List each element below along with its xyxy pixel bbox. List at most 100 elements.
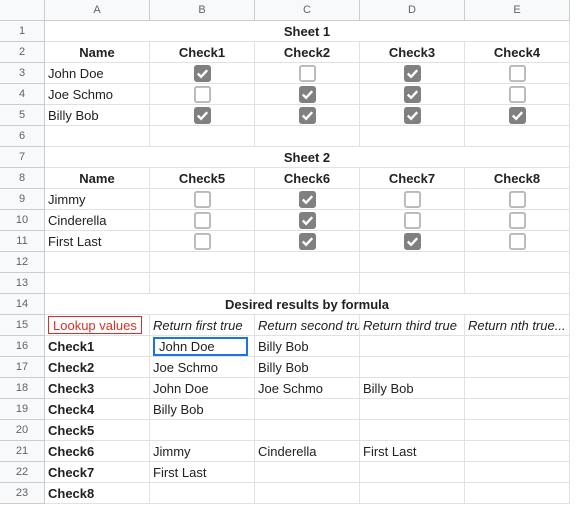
results-val-2-1[interactable]: Joe Schmo bbox=[255, 378, 360, 399]
sheet1-checkbox-2-3[interactable] bbox=[465, 105, 570, 126]
active-cell[interactable]: John Doe bbox=[153, 337, 248, 356]
sheet2-checkbox-2-2[interactable] bbox=[360, 231, 465, 252]
row-header-18[interactable]: 18 bbox=[0, 378, 45, 399]
sheet1-checkbox-2-2[interactable] bbox=[360, 105, 465, 126]
results-val-2-2[interactable]: Billy Bob bbox=[360, 378, 465, 399]
row-header-2[interactable]: 2 bbox=[0, 42, 45, 63]
results-val-2-0[interactable]: John Doe bbox=[150, 378, 255, 399]
sheet2-checkbox-2-1[interactable] bbox=[255, 231, 360, 252]
results-key-3[interactable]: Check4 bbox=[45, 399, 150, 420]
results-val-3-2[interactable] bbox=[360, 399, 465, 420]
sheet1-checkbox-1-0[interactable] bbox=[150, 84, 255, 105]
sheet1-checkbox-2-0[interactable] bbox=[150, 105, 255, 126]
results-val-1-2[interactable] bbox=[360, 357, 465, 378]
results-val-5-3[interactable] bbox=[465, 441, 570, 462]
results-key-6[interactable]: Check7 bbox=[45, 462, 150, 483]
sheet1-checkbox-1-3[interactable] bbox=[465, 84, 570, 105]
sheet1-checkbox-2-1[interactable] bbox=[255, 105, 360, 126]
results-key-1[interactable]: Check2 bbox=[45, 357, 150, 378]
results-val-5-0[interactable]: Jimmy bbox=[150, 441, 255, 462]
row-header-21[interactable]: 21 bbox=[0, 441, 45, 462]
results-val-4-3[interactable] bbox=[465, 420, 570, 441]
row-header-6[interactable]: 6 bbox=[0, 126, 45, 147]
results-key-7[interactable]: Check8 bbox=[45, 483, 150, 504]
column-header-D[interactable]: D bbox=[360, 0, 465, 21]
sheet1-checkbox-0-3[interactable] bbox=[465, 63, 570, 84]
results-val-6-0[interactable]: First Last bbox=[150, 462, 255, 483]
row-header-8[interactable]: 8 bbox=[0, 168, 45, 189]
row-header-7[interactable]: 7 bbox=[0, 147, 45, 168]
results-val-0-3[interactable] bbox=[465, 336, 570, 357]
row-header-19[interactable]: 19 bbox=[0, 399, 45, 420]
row-header-13[interactable]: 13 bbox=[0, 273, 45, 294]
results-val-5-1[interactable]: Cinderella bbox=[255, 441, 360, 462]
sheet2-checkbox-0-0[interactable] bbox=[150, 189, 255, 210]
sheet1-checkbox-1-2[interactable] bbox=[360, 84, 465, 105]
row-header-16[interactable]: 16 bbox=[0, 336, 45, 357]
sheet2-checkbox-1-1[interactable] bbox=[255, 210, 360, 231]
results-val-3-1[interactable] bbox=[255, 399, 360, 420]
row-header-23[interactable]: 23 bbox=[0, 483, 45, 504]
results-val-5-2[interactable]: First Last bbox=[360, 441, 465, 462]
row-header-5[interactable]: 5 bbox=[0, 105, 45, 126]
sheet1-name-0[interactable]: John Doe bbox=[45, 63, 150, 84]
sheet2-name-1[interactable]: Cinderella bbox=[45, 210, 150, 231]
sheet2-checkbox-2-3[interactable] bbox=[465, 231, 570, 252]
results-val-0-2[interactable] bbox=[360, 336, 465, 357]
row-header-12[interactable]: 12 bbox=[0, 252, 45, 273]
sheet2-checkbox-0-1[interactable] bbox=[255, 189, 360, 210]
sheet1-checkbox-0-1[interactable] bbox=[255, 63, 360, 84]
row-header-22[interactable]: 22 bbox=[0, 462, 45, 483]
row-header-10[interactable]: 10 bbox=[0, 210, 45, 231]
sheet2-name-0[interactable]: Jimmy bbox=[45, 189, 150, 210]
results-val-4-1[interactable] bbox=[255, 420, 360, 441]
row-header-11[interactable]: 11 bbox=[0, 231, 45, 252]
row-header-1[interactable]: 1 bbox=[0, 21, 45, 42]
sheet2-checkbox-0-3[interactable] bbox=[465, 189, 570, 210]
results-val-1-1[interactable]: Billy Bob bbox=[255, 357, 360, 378]
row-header-3[interactable]: 3 bbox=[0, 63, 45, 84]
results-val-7-0[interactable] bbox=[150, 483, 255, 504]
results-val-4-0[interactable] bbox=[150, 420, 255, 441]
results-val-7-1[interactable] bbox=[255, 483, 360, 504]
results-val-6-1[interactable] bbox=[255, 462, 360, 483]
results-val-1-0[interactable]: Joe Schmo bbox=[150, 357, 255, 378]
column-header-B[interactable]: B bbox=[150, 0, 255, 21]
empty bbox=[360, 126, 465, 147]
sheet1-checkbox-0-2[interactable] bbox=[360, 63, 465, 84]
results-val-7-3[interactable] bbox=[465, 483, 570, 504]
sheet1-name-1[interactable]: Joe Schmo bbox=[45, 84, 150, 105]
row-header-20[interactable]: 20 bbox=[0, 420, 45, 441]
row-header-9[interactable]: 9 bbox=[0, 189, 45, 210]
results-val-3-3[interactable] bbox=[465, 399, 570, 420]
results-key-0[interactable]: Check1 bbox=[45, 336, 150, 357]
column-header-C[interactable]: C bbox=[255, 0, 360, 21]
row-header-14[interactable]: 14 bbox=[0, 294, 45, 315]
results-val-1-3[interactable] bbox=[465, 357, 570, 378]
results-key-4[interactable]: Check5 bbox=[45, 420, 150, 441]
results-val-4-2[interactable] bbox=[360, 420, 465, 441]
results-val-6-3[interactable] bbox=[465, 462, 570, 483]
sheet2-checkbox-0-2[interactable] bbox=[360, 189, 465, 210]
results-key-5[interactable]: Check6 bbox=[45, 441, 150, 462]
sheet1-name-2[interactable]: Billy Bob bbox=[45, 105, 150, 126]
row-header-17[interactable]: 17 bbox=[0, 357, 45, 378]
column-header-E[interactable]: E bbox=[465, 0, 570, 21]
sheet2-checkbox-1-3[interactable] bbox=[465, 210, 570, 231]
results-val-6-2[interactable] bbox=[360, 462, 465, 483]
sheet1-checkbox-0-0[interactable] bbox=[150, 63, 255, 84]
results-val-0-0[interactable]: John Doe bbox=[150, 336, 255, 357]
row-header-4[interactable]: 4 bbox=[0, 84, 45, 105]
sheet2-checkbox-2-0[interactable] bbox=[150, 231, 255, 252]
sheet1-checkbox-1-1[interactable] bbox=[255, 84, 360, 105]
results-key-2[interactable]: Check3 bbox=[45, 378, 150, 399]
results-val-0-1[interactable]: Billy Bob bbox=[255, 336, 360, 357]
sheet2-checkbox-1-2[interactable] bbox=[360, 210, 465, 231]
sheet2-name-2[interactable]: First Last bbox=[45, 231, 150, 252]
results-val-3-0[interactable]: Billy Bob bbox=[150, 399, 255, 420]
results-val-2-3[interactable] bbox=[465, 378, 570, 399]
results-val-7-2[interactable] bbox=[360, 483, 465, 504]
sheet2-checkbox-1-0[interactable] bbox=[150, 210, 255, 231]
row-header-15[interactable]: 15 bbox=[0, 315, 45, 336]
column-header-A[interactable]: A bbox=[45, 0, 150, 21]
